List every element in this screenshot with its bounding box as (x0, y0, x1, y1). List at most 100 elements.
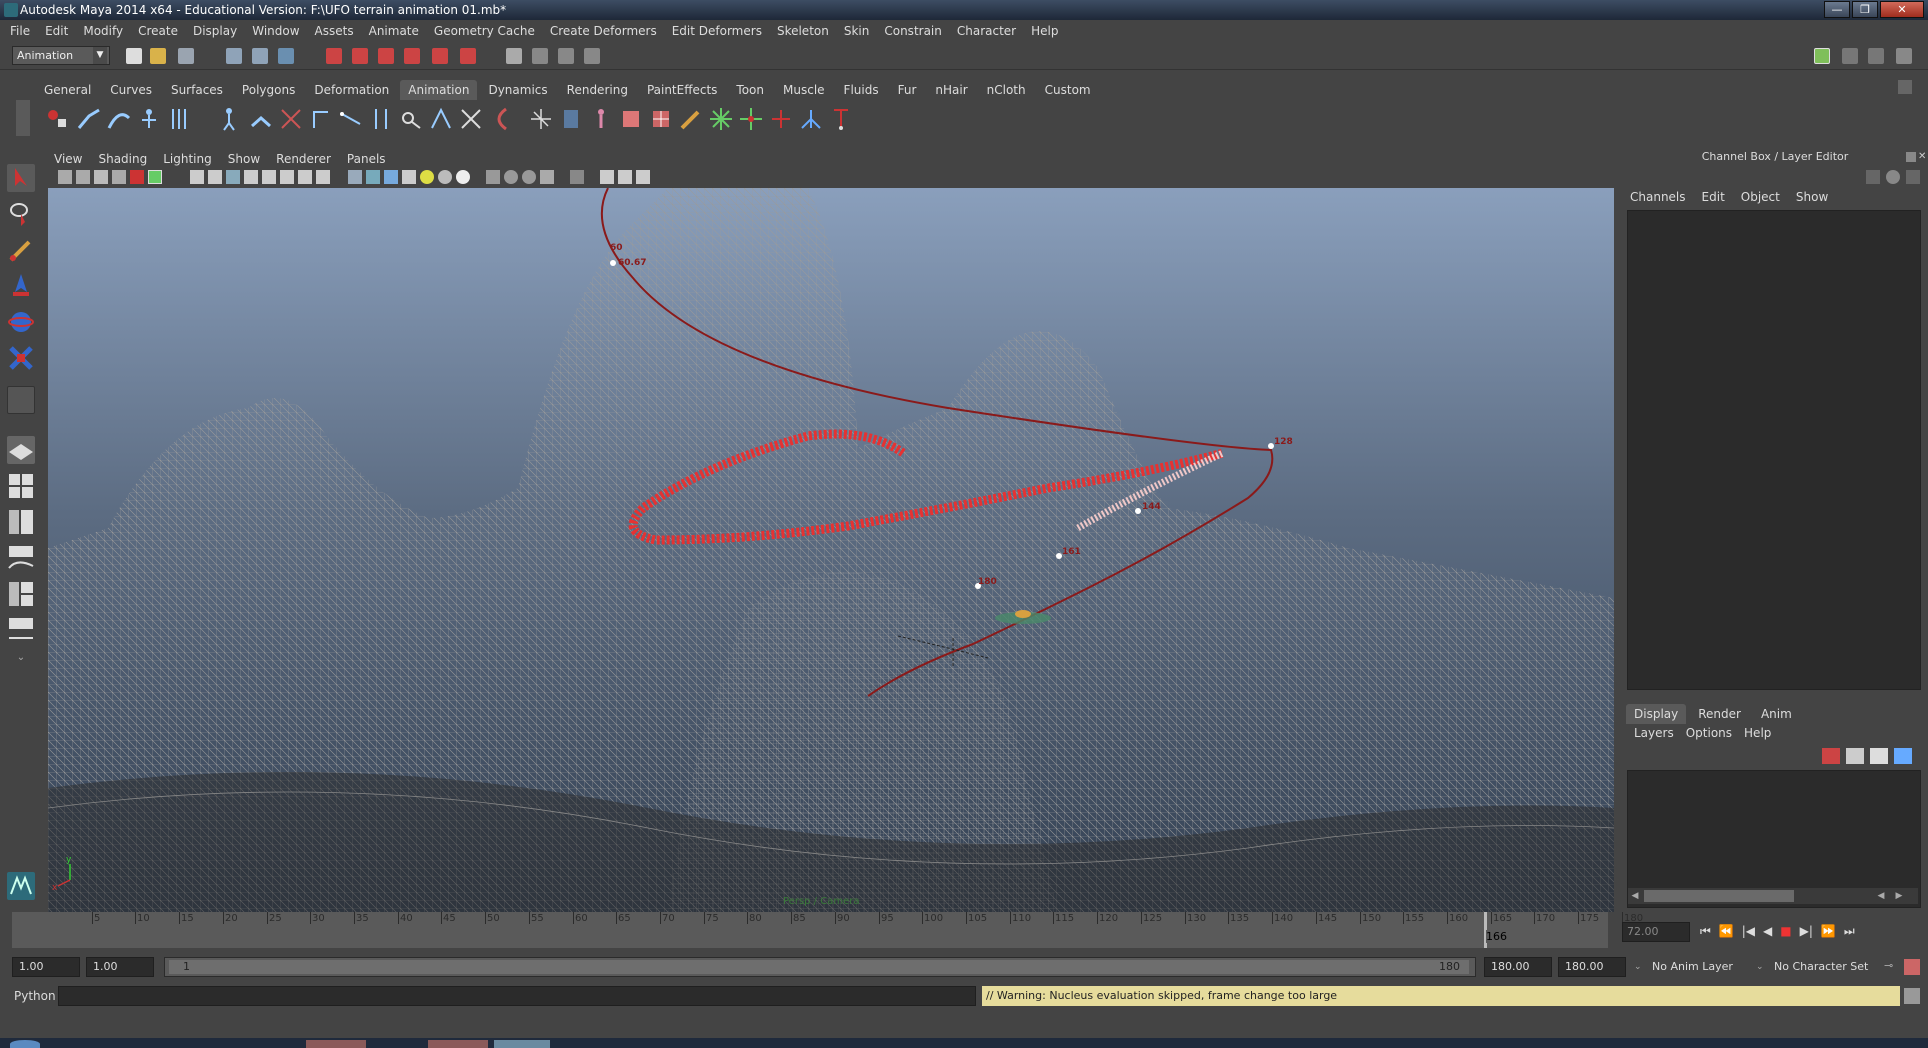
smooth-bind-icon[interactable] (488, 106, 514, 132)
move-layer-up-icon[interactable] (1822, 748, 1840, 764)
menu-skeleton[interactable]: Skeleton (777, 24, 829, 38)
menu-geometry-cache[interactable]: Geometry Cache (434, 24, 535, 38)
motion-blur-icon[interactable] (402, 170, 416, 184)
aim-constraint-icon[interactable] (768, 106, 794, 132)
history-icon[interactable] (460, 48, 476, 64)
menu-set-dropdown[interactable]: Animation ▼ (12, 46, 110, 65)
anim-layer-dropdown[interactable]: No Anim Layer (1652, 957, 1756, 977)
skeleton-icon[interactable] (166, 106, 192, 132)
bind-skin-icon[interactable] (458, 106, 484, 132)
show-channel-box-icon[interactable] (1868, 48, 1884, 64)
tab-general[interactable]: General (36, 80, 99, 100)
four-view-layout-icon[interactable] (7, 472, 35, 500)
time-slider[interactable]: 5 10 15 20 25 30 35 40 45 50 55 60 65 70 75 80 85 90 95 100… (12, 912, 1643, 948)
shadows-icon[interactable] (280, 170, 294, 184)
channel-key-icon[interactable] (1866, 170, 1880, 184)
safe-area-icon[interactable] (618, 170, 632, 184)
shelf-options-icon[interactable] (16, 100, 30, 136)
render-view-icon[interactable] (506, 48, 522, 64)
layout-toggle-icon[interactable] (1896, 48, 1912, 64)
render-settings-icon[interactable] (584, 48, 600, 64)
move-layer-down-icon[interactable] (1846, 748, 1864, 764)
snap-curve-icon[interactable] (352, 48, 368, 64)
chevron-down-icon[interactable]: ⌄ (1756, 957, 1768, 977)
snap-view-plane-icon[interactable] (404, 48, 420, 64)
tab-polygons[interactable]: Polygons (234, 80, 303, 100)
end-time-field[interactable]: 180.00 (1558, 957, 1626, 977)
layer-menu-help[interactable]: Help (1744, 726, 1771, 740)
select-tool-small-icon[interactable] (570, 170, 584, 184)
multisample-aa-icon[interactable] (420, 170, 434, 184)
menu-character[interactable]: Character (957, 24, 1016, 38)
select-component-icon[interactable] (278, 48, 294, 64)
more-layouts-icon[interactable]: ⌄ (7, 652, 35, 666)
isolate-select-icon[interactable] (298, 170, 312, 184)
lattice-icon[interactable] (648, 106, 674, 132)
lasso-tool-icon[interactable] (7, 200, 35, 228)
wireframe-on-shaded-icon[interactable] (226, 170, 240, 184)
show-attribute-editor-icon[interactable] (1814, 48, 1830, 64)
mirror-joint-icon[interactable] (308, 106, 334, 132)
ipr-render-icon[interactable] (558, 48, 574, 64)
paint-brush-icon[interactable] (678, 106, 704, 132)
paint-weights-icon[interactable] (528, 106, 554, 132)
connect-joint-icon[interactable] (398, 106, 424, 132)
joint-tool-icon[interactable] (136, 106, 162, 132)
go-to-end-icon[interactable]: ⏭ (1844, 924, 1855, 939)
scrollbar-thumb[interactable] (1644, 890, 1794, 902)
playback-end-field[interactable]: 180.00 (1484, 957, 1552, 977)
step-back-frame-icon[interactable]: |◀ (1742, 924, 1755, 939)
dope-sheet-layout-icon[interactable] (7, 616, 35, 644)
set-key-icon[interactable] (44, 106, 70, 132)
select-tool-icon[interactable] (7, 164, 35, 192)
tab-surfaces[interactable]: Surfaces (163, 80, 231, 100)
grid-icon[interactable] (130, 170, 144, 184)
show-tool-settings-icon[interactable] (1842, 48, 1858, 64)
script-editor-icon[interactable] (1904, 988, 1920, 1004)
detach-skin-icon[interactable] (558, 106, 584, 132)
start-button[interactable] (10, 1040, 40, 1048)
image-plane-icon[interactable] (112, 170, 126, 184)
tab-custom[interactable]: Custom (1037, 80, 1099, 100)
tab-anim[interactable]: Anim (1753, 704, 1800, 724)
wireframe-icon[interactable] (190, 170, 204, 184)
menu-display[interactable]: Display (193, 24, 237, 38)
select-object-icon[interactable] (252, 48, 268, 64)
close-button[interactable]: ✕ (1880, 1, 1924, 18)
move-tool-icon[interactable] (7, 272, 35, 300)
layer-menu-layers[interactable]: Layers (1634, 726, 1674, 740)
viewport-menu-renderer[interactable]: Renderer (276, 150, 331, 168)
shelf-menu-icon[interactable] (1898, 80, 1912, 94)
key-icon[interactable]: ⊸ (1884, 959, 1900, 975)
outliner-layout-icon[interactable] (7, 508, 35, 536)
open-scene-icon[interactable] (150, 48, 166, 64)
flat-shade-icon[interactable] (522, 170, 536, 184)
screen-space-ao-icon[interactable] (384, 170, 398, 184)
channel-hyper-icon[interactable] (1906, 170, 1920, 184)
command-input[interactable] (58, 986, 976, 1006)
shaded-icon[interactable] (504, 170, 518, 184)
start-time-field[interactable]: 1.00 (12, 957, 80, 977)
high-quality-icon[interactable] (486, 170, 500, 184)
character-icon[interactable] (216, 106, 242, 132)
menu-create[interactable]: Create (138, 24, 178, 38)
viewport-menu-lighting[interactable]: Lighting (163, 150, 212, 168)
scale-tool-icon[interactable] (7, 344, 35, 372)
bookmarks-icon[interactable] (94, 170, 108, 184)
menu-constrain[interactable]: Constrain (884, 24, 942, 38)
viewport-menu-shading[interactable]: Shading (98, 150, 147, 168)
new-layer-selected-icon[interactable] (1894, 748, 1912, 764)
viewport-menu-view[interactable]: View (54, 150, 82, 168)
tab-painteffects[interactable]: PaintEffects (639, 80, 725, 100)
range-slider-thumb[interactable] (169, 960, 1469, 974)
tab-ncloth[interactable]: nCloth (979, 80, 1034, 100)
step-forward-key-icon[interactable]: ⏩ (1821, 924, 1836, 939)
close-panel-icon[interactable]: ✕ (1918, 152, 1928, 162)
maximize-button[interactable]: ❐ (1852, 1, 1878, 18)
menu-create-deformers[interactable]: Create Deformers (550, 24, 657, 38)
bounding-box-icon[interactable] (540, 170, 554, 184)
taskbar-app-button[interactable] (494, 1040, 550, 1048)
menu-assets[interactable]: Assets (315, 24, 354, 38)
taskbar-app-button[interactable] (306, 1040, 366, 1048)
single-perspective-layout-icon[interactable] (7, 436, 35, 464)
